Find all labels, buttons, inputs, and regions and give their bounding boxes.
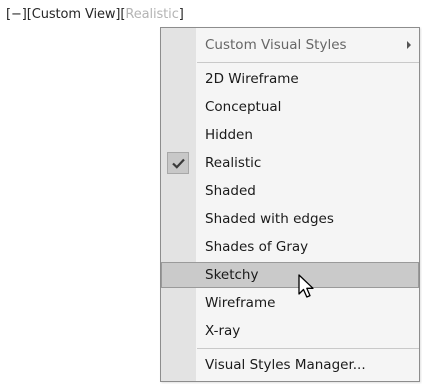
menu-item-shades-of-gray[interactable]: Shades of Gray [161, 234, 419, 260]
menu-item-conceptual[interactable]: Conceptual [161, 94, 419, 120]
menu-item-label: Hidden [205, 127, 253, 143]
menu-item-x-ray[interactable]: X-ray [161, 318, 419, 344]
menu-item-2d-wireframe[interactable]: 2D Wireframe [161, 66, 419, 92]
menu-item-realistic[interactable]: Realistic [161, 150, 419, 176]
menu-item-label: Wireframe [205, 295, 276, 311]
menu-separator [197, 62, 419, 63]
visual-styles-menu: Custom Visual Styles 2D Wireframe Concep… [160, 27, 420, 382]
view-controls-button[interactable]: [Custom View] [27, 7, 121, 22]
menu-item-shaded[interactable]: Shaded [161, 178, 419, 204]
menu-item-label: Sketchy [205, 267, 259, 283]
menu-item-sketchy[interactable]: Sketchy [161, 262, 419, 288]
menu-item-label: Custom Visual Styles [205, 37, 347, 53]
menu-item-label: Conceptual [205, 99, 282, 115]
menu-item-shaded-with-edges[interactable]: Shaded with edges [161, 206, 419, 232]
menu-item-label: Realistic [205, 155, 262, 171]
menu-item-hidden[interactable]: Hidden [161, 122, 419, 148]
menu-item-visual-styles-manager[interactable]: Visual Styles Manager... [161, 352, 419, 378]
menu-item-label: Shaded with edges [205, 211, 334, 227]
chevron-right-icon [407, 41, 411, 49]
viewport-controls-label: [−][Custom View][Realistic] [6, 7, 184, 22]
mouse-pointer-icon [298, 274, 318, 304]
menu-item-label: Shaded [205, 183, 256, 199]
check-icon [167, 152, 189, 174]
menu-separator [197, 348, 419, 349]
menu-item-label: Visual Styles Manager... [205, 357, 366, 373]
menu-item-custom-visual-styles[interactable]: Custom Visual Styles [161, 32, 419, 58]
menu-item-label: 2D Wireframe [205, 71, 299, 87]
menu-item-wireframe[interactable]: Wireframe [161, 290, 419, 316]
menu-item-label: X-ray [205, 323, 241, 339]
viewport-controls-button[interactable]: [−] [6, 7, 27, 22]
menu-item-label: Shades of Gray [205, 239, 309, 255]
visual-style-controls-button[interactable]: Realistic [125, 7, 178, 22]
close-bracket: ] [178, 7, 184, 22]
